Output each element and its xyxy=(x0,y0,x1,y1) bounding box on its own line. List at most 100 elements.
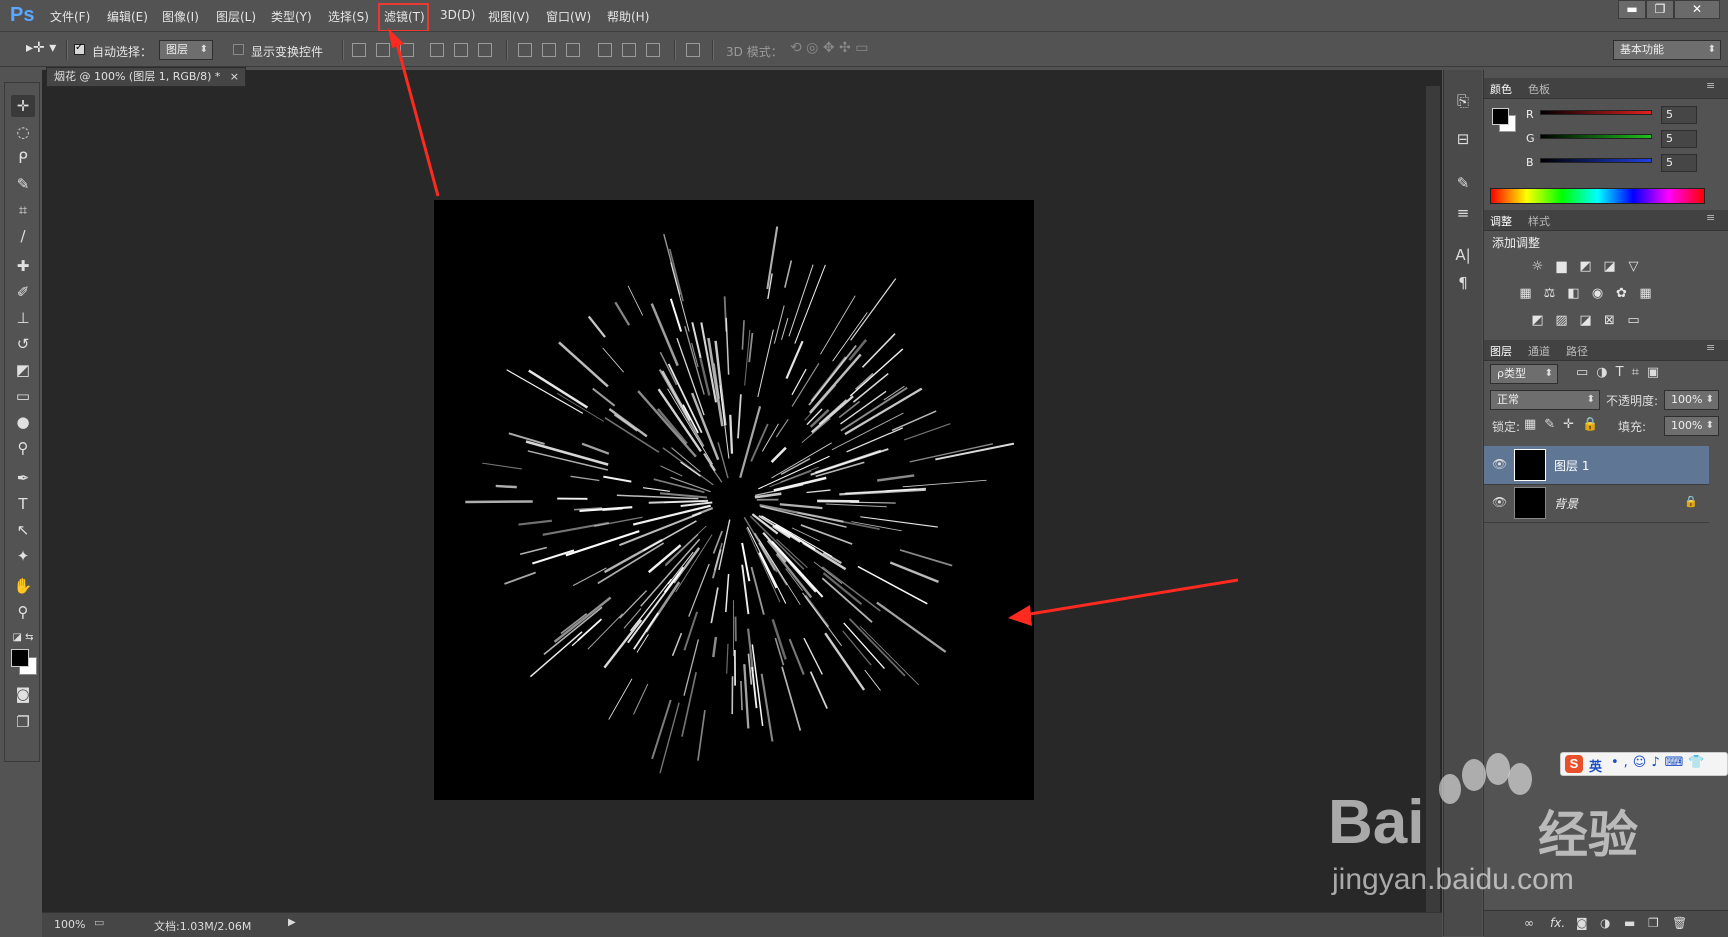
menu-layer[interactable]: 图层(L) xyxy=(216,8,256,25)
character-panel-icon[interactable]: A| xyxy=(1454,246,1472,264)
menu-type[interactable]: 类型(Y) xyxy=(271,8,312,25)
align-vcenter-icon[interactable] xyxy=(376,43,390,57)
menu-edit[interactable]: 编辑(E) xyxy=(107,8,148,25)
layer-row-layer1[interactable]: 👁 图层 1 xyxy=(1484,446,1709,485)
distribute-vcenter-icon[interactable] xyxy=(542,43,556,57)
invert-icon[interactable]: ◩ xyxy=(1529,313,1546,328)
lasso-tool-icon[interactable]: ᑭ xyxy=(11,147,35,169)
layer-style-icon[interactable]: fx. xyxy=(1550,916,1565,930)
new-layer-icon[interactable]: ❐ xyxy=(1648,916,1659,930)
channel-b-value[interactable]: 5 xyxy=(1661,154,1697,172)
align-top-icon[interactable] xyxy=(352,43,366,57)
document-tab[interactable]: 烟花 @ 100% (图层 1, RGB/8) * × xyxy=(46,67,246,87)
minimize-button[interactable]: ▬ xyxy=(1618,0,1646,19)
visibility-eye-icon[interactable]: 👁 xyxy=(1492,495,1507,509)
distribute-top-icon[interactable] xyxy=(518,43,532,57)
levels-icon[interactable]: ▆ xyxy=(1553,259,1570,274)
pen-tool-icon[interactable]: ✒ xyxy=(11,467,35,489)
tab-adjustments[interactable]: 调整 xyxy=(1490,213,1512,229)
color-lookup-icon[interactable]: ▦ xyxy=(1637,286,1654,301)
menu-3d[interactable]: 3D(D) xyxy=(440,8,475,22)
tab-styles[interactable]: 样式 xyxy=(1528,213,1550,229)
blend-mode-dropdown[interactable]: 正常 xyxy=(1490,390,1600,410)
layer-name[interactable]: 图层 1 xyxy=(1554,457,1589,474)
panel-menu-icon[interactable]: ≡ xyxy=(1706,79,1715,92)
new-group-icon[interactable]: ▬ xyxy=(1624,916,1635,930)
channel-r-value[interactable]: 5 xyxy=(1661,106,1697,124)
layer-filter-icons[interactable]: ▭◑T⌗▣ xyxy=(1576,365,1667,380)
auto-select-target-dropdown[interactable]: 图层 xyxy=(159,40,213,60)
brush-tool-icon[interactable]: ✐ xyxy=(11,281,35,303)
new-adjustment-layer-icon[interactable]: ◑ xyxy=(1600,916,1610,930)
channel-mixer-icon[interactable]: ✿ xyxy=(1613,286,1630,301)
properties-panel-icon[interactable]: ⊟ xyxy=(1454,130,1472,148)
eyedropper-tool-icon[interactable]: ∕ xyxy=(11,225,35,247)
hue-saturation-icon[interactable]: ▦ xyxy=(1517,286,1534,301)
vibrance-icon[interactable]: ▽ xyxy=(1625,259,1642,274)
marquee-tool-icon[interactable]: ◌ xyxy=(11,121,35,143)
crop-tool-icon[interactable]: ⌗ xyxy=(11,199,35,221)
black-white-icon[interactable]: ◧ xyxy=(1565,286,1582,301)
type-tool-icon[interactable]: T xyxy=(11,493,35,515)
screen-mode-icon[interactable]: ❐ xyxy=(11,711,35,733)
channel-g-value[interactable]: 5 xyxy=(1661,130,1697,148)
foreground-color-swatch[interactable] xyxy=(11,649,29,667)
layer-filter-dropdown[interactable]: ρ类型 xyxy=(1490,364,1558,384)
clone-stamp-tool-icon[interactable]: ⊥ xyxy=(11,307,35,329)
layer-row-background[interactable]: 👁 背景 🔒 xyxy=(1484,484,1709,523)
color-spectrum-bar[interactable] xyxy=(1490,188,1705,204)
tab-layers[interactable]: 图层 xyxy=(1490,343,1512,359)
blur-tool-icon[interactable]: ● xyxy=(11,411,35,433)
close-button[interactable]: ✕ xyxy=(1674,0,1720,19)
color-panel-fg-swatch[interactable] xyxy=(1492,108,1509,125)
shape-tool-icon[interactable]: ✦ xyxy=(11,545,35,567)
auto-align-icon[interactable] xyxy=(686,43,700,57)
paragraph-panel-icon[interactable]: ¶ xyxy=(1454,274,1472,292)
menu-file[interactable]: 文件(F) xyxy=(50,8,90,25)
workspace-dropdown[interactable]: 基本功能 xyxy=(1613,40,1721,60)
layer-name[interactable]: 背景 xyxy=(1554,495,1578,512)
distribute-right-icon[interactable] xyxy=(646,43,660,57)
swap-colors-icon[interactable]: ◪ ⇆ xyxy=(11,627,35,649)
history-brush-tool-icon[interactable]: ↺ xyxy=(11,333,35,355)
tab-color[interactable]: 颜色 xyxy=(1490,81,1512,97)
selective-color-icon[interactable]: ⊠ xyxy=(1601,313,1618,328)
auto-select-checkbox[interactable]: ✓ xyxy=(74,44,85,55)
distribute-left-icon[interactable] xyxy=(598,43,612,57)
channel-b-slider[interactable] xyxy=(1540,158,1652,163)
history-panel-icon[interactable]: ⎘ xyxy=(1454,92,1472,110)
move-tool-preset-icon[interactable]: ▸✛ ▾ xyxy=(26,40,56,56)
menu-help[interactable]: 帮助(H) xyxy=(607,8,649,25)
threshold-icon[interactable]: ◪ xyxy=(1577,313,1594,328)
show-transform-checkbox[interactable] xyxy=(233,44,244,55)
channel-g-slider[interactable] xyxy=(1540,134,1652,139)
menu-window[interactable]: 窗口(W) xyxy=(546,8,591,25)
close-tab-icon[interactable]: × xyxy=(230,68,239,86)
restore-button[interactable]: ❐ xyxy=(1646,0,1674,19)
visibility-eye-icon[interactable]: 👁 xyxy=(1492,457,1507,471)
path-select-tool-icon[interactable]: ↖ xyxy=(11,519,35,541)
zoom-level[interactable]: 100% xyxy=(54,918,85,931)
menu-select[interactable]: 选择(S) xyxy=(328,8,369,25)
menu-view[interactable]: 视图(V) xyxy=(488,8,530,25)
brush-panel-icon[interactable]: ✎ xyxy=(1454,174,1472,192)
opacity-field[interactable]: 100% xyxy=(1664,390,1719,410)
align-right-icon[interactable] xyxy=(478,43,492,57)
quick-mask-icon[interactable]: ◙ xyxy=(11,683,35,705)
brightness-contrast-icon[interactable]: ☼ xyxy=(1529,259,1546,274)
link-layers-icon[interactable]: ∞ xyxy=(1524,916,1534,930)
distribute-hcenter-icon[interactable] xyxy=(622,43,636,57)
hand-tool-icon[interactable]: ✋ xyxy=(11,575,35,597)
panel-menu-icon[interactable]: ≡ xyxy=(1706,341,1715,354)
tab-paths[interactable]: 路径 xyxy=(1566,343,1588,359)
gradient-tool-icon[interactable]: ▭ xyxy=(11,385,35,407)
color-balance-icon[interactable]: ⚖ xyxy=(1541,286,1558,301)
tab-channels[interactable]: 通道 xyxy=(1528,343,1550,359)
brush-presets-icon[interactable]: ≡ xyxy=(1454,204,1472,222)
photo-filter-icon[interactable]: ◉ xyxy=(1589,286,1606,301)
panel-menu-icon[interactable]: ≡ xyxy=(1706,211,1715,224)
curves-icon[interactable]: ◩ xyxy=(1577,259,1594,274)
add-mask-icon[interactable]: ◙ xyxy=(1576,916,1588,930)
align-hcenter-icon[interactable] xyxy=(454,43,468,57)
fill-field[interactable]: 100% xyxy=(1664,416,1719,436)
